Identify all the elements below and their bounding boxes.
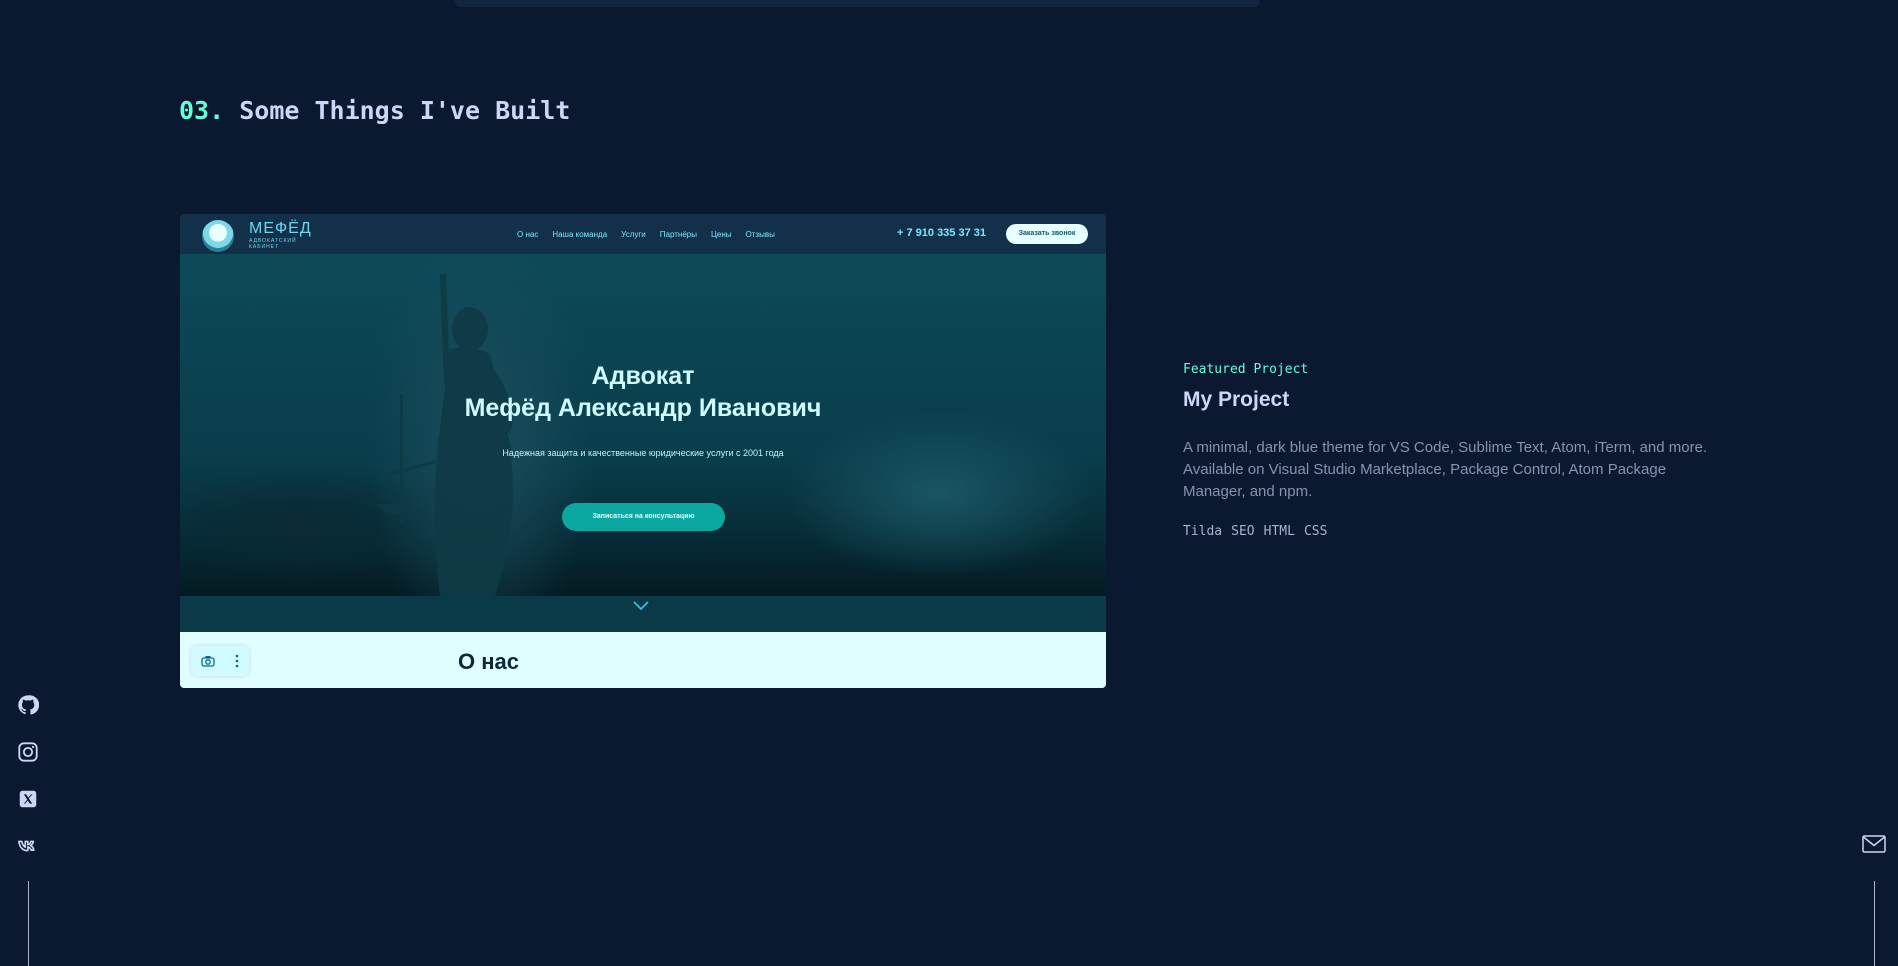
preview-logo-text: МЕФЁД — [249, 220, 312, 237]
mail-icon[interactable] — [1862, 835, 1886, 853]
preview-logo-subtitle: АДВОКАТСКИЙ КАБИНЕТ — [249, 238, 297, 250]
project-overline: Featured Project — [1183, 362, 1309, 377]
section-heading: 03. Some Things I've Built — [179, 96, 570, 125]
preview-hero-title: Адвокат — [591, 362, 695, 390]
social-links — [17, 694, 39, 857]
vk-icon[interactable] — [17, 835, 39, 857]
x-icon[interactable] — [17, 788, 39, 810]
preview-hero: Адвокат Мефёд Александр Иванович Надежна… — [180, 254, 1106, 611]
project-title[interactable]: My Project — [1183, 388, 1289, 412]
top-strip — [455, 0, 1260, 7]
instagram-icon[interactable] — [17, 741, 39, 763]
right-rail-line — [1874, 881, 1875, 966]
preview-menu: О нас Наша команда Услуги Партнёры Цены … — [517, 230, 775, 239]
preview-cta-button: Записаться на консультацию — [562, 503, 725, 531]
chevron-down-icon — [633, 601, 649, 611]
tech-item: CSS — [1303, 524, 1328, 539]
section-number: 03. — [179, 96, 225, 125]
section-title: Some Things I've Built — [239, 96, 571, 125]
preview-phone: + 7 910 335 37 31 — [897, 227, 986, 239]
preview-about-heading: О нас — [458, 649, 519, 674]
tech-item: SEO — [1231, 524, 1255, 539]
preview-hero-name: Мефёд Александр Иванович — [464, 394, 822, 422]
preview-menu-item: Цены — [710, 230, 732, 239]
justice-statue-illustration — [375, 274, 513, 596]
project-preview-image[interactable]: МЕФЁД АДВОКАТСКИЙ КАБИНЕТ О нас Наша ком… — [180, 214, 1106, 688]
github-icon[interactable] — [17, 694, 39, 716]
preview-navbar: МЕФЁД АДВОКАТСКИЙ КАБИНЕТ О нас Наша ком… — [180, 214, 1106, 254]
left-rail-line — [28, 881, 29, 966]
project-tech-list: Tilda SEO HTML CSS — [1183, 524, 1327, 539]
preview-about-section: О нас — [180, 632, 1106, 688]
preview-call-button: Заказать звонок — [1006, 224, 1088, 244]
project-description: A minimal, dark blue theme for VS Code, … — [1183, 439, 1708, 500]
tech-item: Tilda — [1183, 524, 1223, 539]
tech-item: HTML — [1263, 524, 1295, 539]
preview-toolbar — [191, 646, 249, 676]
preview-logo-icon — [202, 220, 234, 252]
more-vertical-icon — [235, 654, 239, 668]
camera-icon — [201, 656, 215, 667]
preview-menu-item: Наша команда — [552, 230, 608, 239]
preview-menu-item: О нас — [517, 230, 539, 239]
preview-menu-item: Партнёры — [659, 230, 697, 239]
preview-hero-subtitle: Надежная защита и качественные юридическ… — [502, 448, 784, 458]
preview-menu-item: Отзывы — [745, 230, 775, 239]
preview-menu-item: Услуги — [621, 230, 646, 239]
